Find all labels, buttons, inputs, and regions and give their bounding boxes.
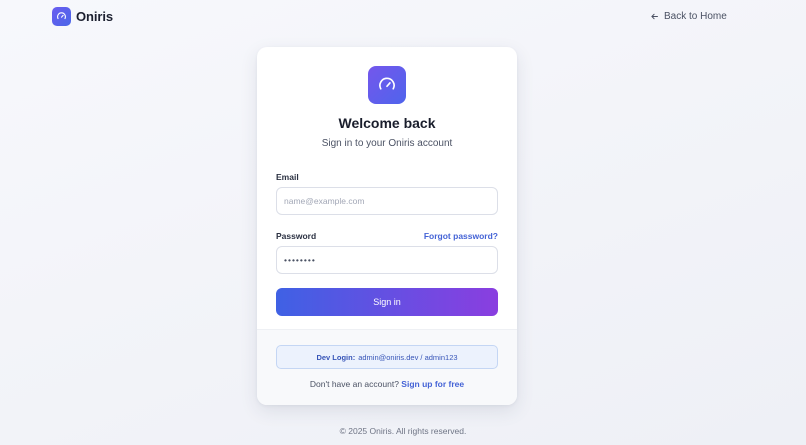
brand[interactable]: Oniris [52, 7, 113, 26]
sign-up-link[interactable]: Sign up for free [401, 379, 464, 389]
dev-login-notice: Dev Login: admin@oniris.dev / admin123 [276, 345, 498, 369]
signup-prompt: Don't have an account? [309, 379, 399, 389]
login-card: Welcome back Sign in to your Oniris acco… [257, 47, 517, 405]
email-field[interactable] [276, 187, 498, 215]
back-link-label: Back to Home [664, 11, 727, 22]
page-title: Welcome back [338, 115, 436, 131]
speedometer-icon [368, 66, 406, 104]
page-subtitle: Sign in to your Oniris account [321, 138, 453, 149]
arrow-left-icon [650, 12, 659, 21]
forgot-password-link[interactable]: Forgot password? [424, 231, 498, 241]
email-label: Email [276, 172, 299, 182]
password-label: Password [276, 231, 317, 241]
password-field[interactable] [276, 246, 498, 274]
speedometer-icon [52, 7, 71, 26]
brand-name: Oniris [76, 9, 113, 24]
card-footer: Dev Login: admin@oniris.dev / admin123 D… [257, 329, 517, 405]
dev-login-label: Dev Login: [316, 352, 356, 362]
dev-login-credentials: admin@oniris.dev / admin123 [358, 352, 458, 362]
signup-row: Don't have an account? Sign up for free [257, 379, 517, 389]
copyright-text: © 2025 Oniris. All rights reserved. [339, 426, 467, 436]
back-to-home-link[interactable]: Back to Home [650, 11, 727, 22]
sign-in-button[interactable]: Sign in [276, 288, 498, 316]
